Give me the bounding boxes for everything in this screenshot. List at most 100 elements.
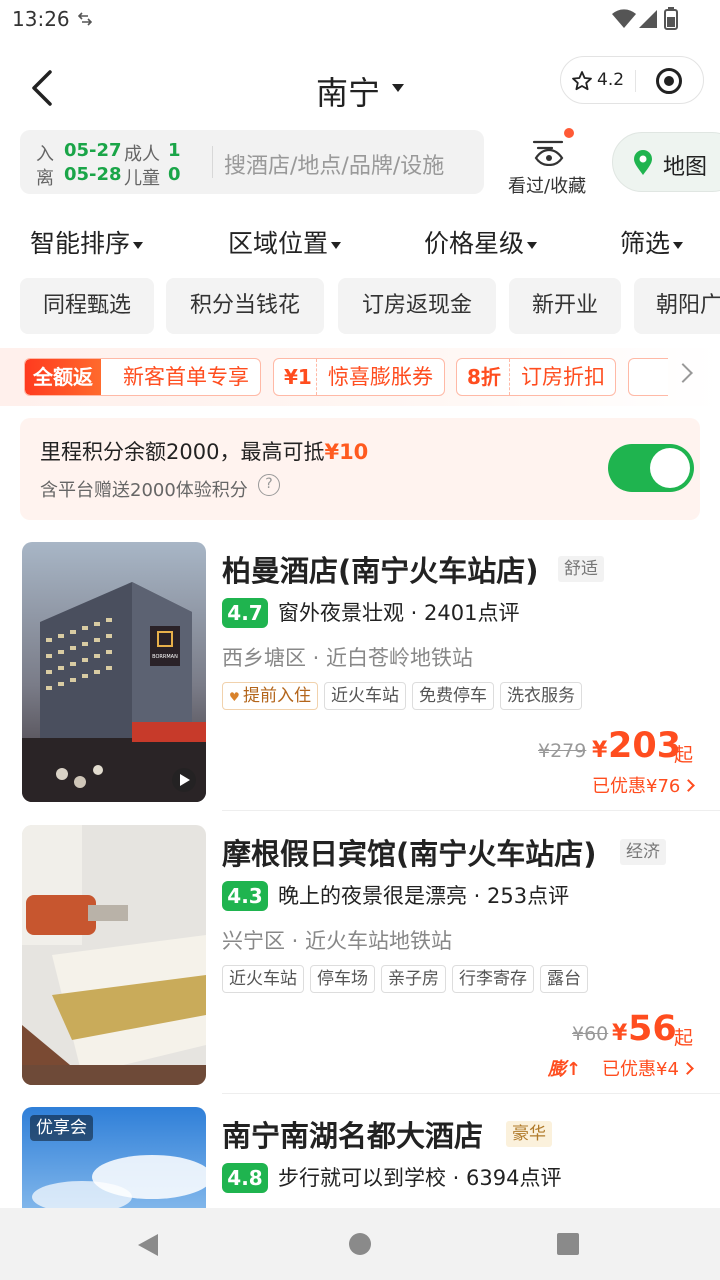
child-label: 儿童: [124, 168, 160, 189]
quick-filter-chips: 同程甄选 积分当钱花 订房返现金 新开业 朝阳广: [0, 278, 720, 336]
hotel-card[interactable]: 摩根假日宾馆(南宁火车站店) 经济 4.3 晚上的夜景很是漂亮 · 253点评 …: [0, 825, 720, 1095]
chip-curated[interactable]: 同程甄选: [20, 278, 154, 334]
hotel-price: 203: [608, 726, 682, 766]
rating-value[interactable]: 4.2: [597, 70, 624, 90]
hotel-photo[interactable]: [22, 825, 206, 1085]
hotel-tag: 行李寄存: [452, 965, 534, 993]
adult-count[interactable]: 1: [168, 140, 181, 161]
chip-chaoyang[interactable]: 朝阳广: [634, 278, 720, 334]
hotel-review: 步行就可以到学校 · 6394点评: [278, 1166, 562, 1190]
points-main-text: 里程积分余额2000，最高可抵¥10: [40, 436, 368, 466]
caret-down-icon: [133, 241, 144, 249]
caret-down-icon: [673, 241, 684, 249]
hotel-photo[interactable]: 优享会: [22, 1107, 206, 1208]
checkout-date[interactable]: 05-28: [64, 164, 122, 185]
discount-link[interactable]: 已优惠¥76: [592, 772, 696, 798]
sort-smart[interactable]: 智能排序: [30, 224, 144, 260]
hotel-tag: 亲子房: [381, 965, 446, 993]
viewed-favorites-button[interactable]: 看过/收藏: [500, 128, 598, 198]
chip-new-open[interactable]: 新开业: [509, 278, 621, 334]
back-arrow-icon[interactable]: [28, 68, 56, 108]
hotel-tag: 露台: [540, 965, 588, 993]
city-selector[interactable]: 南宁: [316, 68, 380, 114]
adult-label: 成人: [124, 144, 160, 165]
hotel-review: 窗外夜景壮观 · 2401点评: [278, 601, 520, 625]
coupon-discount[interactable]: 8折 订房折扣: [456, 358, 616, 396]
points-highlight: ¥10: [324, 440, 369, 464]
nav-recents-icon[interactable]: [556, 1232, 580, 1256]
coupon-expand[interactable]: ¥1 惊喜膨胀券: [273, 358, 445, 396]
points-sub-text: 含平台赠送2000体验积分: [40, 480, 248, 501]
sort-filter-label: 筛选: [620, 229, 671, 258]
status-time: 13:26: [12, 7, 70, 31]
discount-text: 已优惠¥76: [592, 776, 681, 797]
data-saver-icon: [78, 12, 92, 26]
hotel-tag: 近火车站: [222, 965, 304, 993]
points-toggle[interactable]: [608, 444, 694, 492]
signal-icon: [639, 10, 657, 28]
chevron-right-icon: [682, 778, 696, 792]
coupon-full-refund[interactable]: 全额返 新客首单专享: [24, 358, 261, 396]
hotel-name[interactable]: 摩根假日宾馆(南宁火车站店): [222, 831, 597, 873]
coupon-text: 新客首单专享: [123, 365, 249, 389]
points-card: 里程积分余额2000，最高可抵¥10 含平台赠送2000体验积分 ?: [20, 418, 700, 520]
wifi-icon: [612, 9, 636, 28]
hotel-room-image: [22, 825, 206, 1085]
discount-text: 已优惠¥4: [602, 1059, 679, 1080]
hotel-sign-text: BORRMAN: [152, 654, 178, 660]
city-caret-icon[interactable]: [392, 84, 404, 92]
promo-strip: 全额返 新客首单专享 ¥1 惊喜膨胀券 8折 订房折扣: [0, 348, 720, 406]
sort-price-star[interactable]: 价格星级: [424, 224, 538, 260]
hotel-price: 56: [628, 1009, 677, 1049]
hotel-tier-badge: 舒适: [558, 556, 604, 582]
nav-back-icon[interactable]: [136, 1232, 160, 1258]
hotel-card[interactable]: 优享会 南宁南湖名都大酒店 豪华 4.8 步行就可以到学校 · 6394点评: [0, 1107, 720, 1208]
currency-symbol: ¥: [612, 1021, 628, 1046]
location-pin-icon: [634, 150, 652, 175]
original-price: ¥279: [538, 740, 587, 762]
hotel-tag: 停车场: [310, 965, 375, 993]
caret-down-icon: [331, 241, 342, 249]
coupon-divider: [509, 359, 510, 395]
discount-link[interactable]: 已优惠¥4: [602, 1055, 694, 1081]
hotel-name[interactable]: 柏曼酒店(南宁火车站店): [222, 548, 539, 590]
card-divider: [222, 1093, 720, 1094]
hotel-tag: 免费停车: [412, 682, 494, 710]
chip-points[interactable]: 积分当钱花: [166, 278, 324, 334]
search-box[interactable]: 入 05-27 离 05-28 成人 1 儿童 0 搜酒店/地点/品牌/设施: [20, 130, 484, 194]
coupon-badge: 8折: [467, 365, 501, 389]
checkin-date[interactable]: 05-27: [64, 140, 122, 161]
sort-filter[interactable]: 筛选: [620, 224, 684, 260]
system-nav-bar: [0, 1208, 720, 1280]
coupon-badge: 全额返: [25, 359, 101, 395]
map-label: 地图: [663, 155, 708, 180]
hotel-card[interactable]: BORRMAN 柏曼酒店(南宁火车站店) 舒适 4.7 窗外夜景壮观 · 240…: [0, 542, 720, 812]
hotel-tags: ♥ 提前入住 近火车站 免费停车 洗衣服务: [222, 682, 588, 712]
sort-price-label: 价格星级: [424, 229, 525, 258]
help-icon[interactable]: ?: [258, 474, 280, 496]
checkout-label: 离: [36, 168, 54, 189]
heart-icon: ♥: [229, 690, 240, 704]
title-bar: 南宁 4.2: [0, 48, 720, 128]
status-bar: 13:26: [0, 0, 720, 40]
sort-area[interactable]: 区域位置: [228, 224, 342, 260]
price-suffix: 起: [674, 1027, 694, 1049]
coupon-partial[interactable]: [628, 358, 668, 396]
star-icon[interactable]: [571, 70, 593, 92]
chip-cashback[interactable]: 订房返现金: [338, 278, 496, 334]
map-button[interactable]: 地图: [612, 132, 720, 192]
member-badge: 优享会: [30, 1115, 93, 1141]
checkin-label: 入: [36, 144, 54, 165]
caret-down-icon: [527, 241, 538, 249]
nav-home-icon[interactable]: [348, 1232, 372, 1256]
child-count[interactable]: 0: [168, 164, 181, 185]
currency-symbol: ¥: [592, 738, 608, 763]
hotel-score: 4.7: [222, 598, 268, 628]
chevron-right-icon[interactable]: [673, 363, 693, 383]
sort-area-label: 区域位置: [228, 229, 329, 258]
hotel-photo[interactable]: BORRMAN: [22, 542, 206, 802]
battery-icon: [664, 7, 678, 30]
hotel-name[interactable]: 南宁南湖名都大酒店: [222, 1113, 483, 1155]
search-input[interactable]: 搜酒店/地点/品牌/设施: [224, 148, 444, 180]
target-icon[interactable]: [655, 67, 683, 95]
